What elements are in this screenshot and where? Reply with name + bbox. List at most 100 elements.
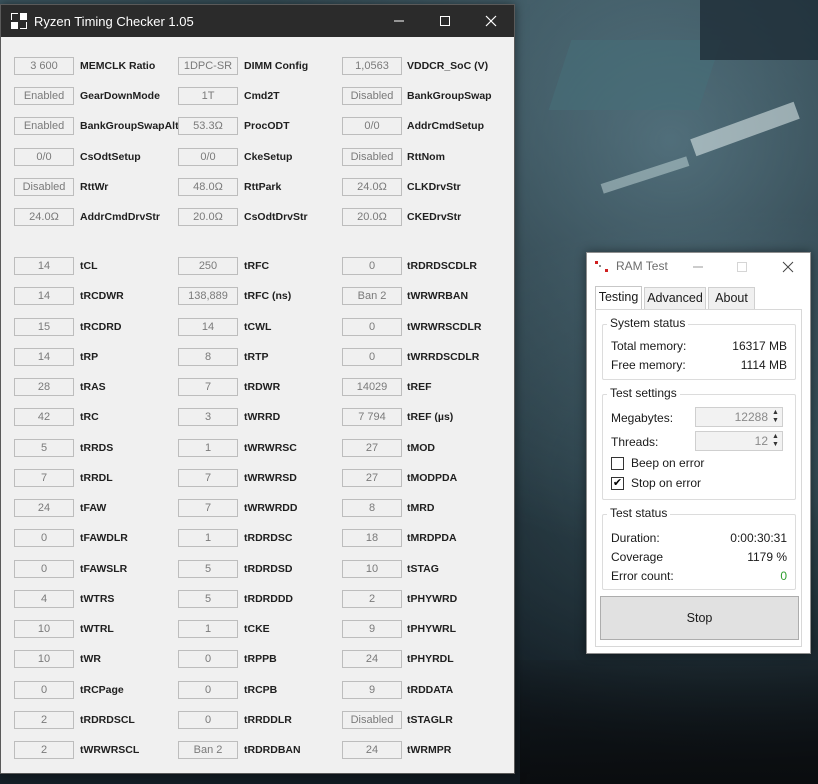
timing-value-field[interactable]: 8 [342, 499, 402, 517]
maximize-button[interactable] [727, 255, 757, 279]
timing-value-field[interactable]: 24.0Ω [342, 178, 402, 196]
stop-on-error-checkbox[interactable]: ✔ [611, 477, 624, 490]
beep-on-error-label[interactable]: Beep on error [631, 456, 704, 470]
timing-value-field[interactable]: 14 [178, 318, 238, 336]
wallpaper-shape [600, 156, 690, 194]
timing-value-field[interactable]: 10 [14, 620, 74, 638]
timing-value-field[interactable]: Ban 2 [178, 741, 238, 759]
timing-value-field[interactable]: 24 [14, 499, 74, 517]
timing-value-field[interactable]: 27 [342, 469, 402, 487]
timing-value-field[interactable]: 0 [14, 529, 74, 547]
timing-value-field[interactable]: 20.0Ω [342, 208, 402, 226]
minimize-button[interactable] [683, 255, 713, 279]
timing-value-field[interactable]: 24 [342, 650, 402, 668]
close-button[interactable] [468, 5, 514, 37]
close-button[interactable] [773, 255, 803, 279]
timing-value-field[interactable]: 14 [14, 287, 74, 305]
minimize-button[interactable] [376, 5, 422, 37]
timing-value-field[interactable]: 0 [178, 711, 238, 729]
timing-value-field[interactable]: 14 [14, 348, 74, 366]
timing-value-field[interactable]: Disabled [342, 87, 402, 105]
timing-value-field[interactable]: Enabled [14, 117, 74, 135]
timing-value-field[interactable]: 24 [342, 741, 402, 759]
timing-value-field[interactable]: 0/0 [14, 148, 74, 166]
title-bar[interactable]: Ryzen Timing Checker 1.05 [1, 5, 514, 37]
timing-value-field[interactable]: 14 [14, 257, 74, 275]
timing-value-field[interactable]: 14029 [342, 378, 402, 396]
timing-value-field[interactable]: 7 [178, 499, 238, 517]
timing-label: tWRWRSCDLR [407, 321, 482, 333]
timing-label: tSTAGLR [407, 714, 453, 726]
timing-value-field[interactable]: 1T [178, 87, 238, 105]
timing-value-field[interactable]: 1,0563 [342, 57, 402, 75]
timing-value-field[interactable]: Disabled [14, 178, 74, 196]
timing-value-field[interactable]: 18 [342, 529, 402, 547]
maximize-button[interactable] [422, 5, 468, 37]
timing-value-field[interactable]: 1 [178, 620, 238, 638]
tab-advanced[interactable]: Advanced [644, 287, 706, 309]
threads-stepper[interactable]: 12 ▲ ▼ [695, 431, 783, 451]
timing-value-field[interactable]: 2 [14, 741, 74, 759]
timing-value-field[interactable]: 7 [178, 469, 238, 487]
timing-value-field[interactable]: 2 [342, 590, 402, 608]
timing-value-field[interactable]: 28 [14, 378, 74, 396]
beep-on-error-checkbox[interactable] [611, 457, 624, 470]
tab-about[interactable]: About [708, 287, 755, 309]
close-icon [485, 15, 497, 27]
timing-value-field[interactable]: 24.0Ω [14, 208, 74, 226]
timing-value-field[interactable]: 5 [178, 560, 238, 578]
timing-value-field[interactable]: 4 [14, 590, 74, 608]
minimize-icon [394, 20, 404, 22]
timing-value-field[interactable]: 15 [14, 318, 74, 336]
spin-arrows-icon[interactable]: ▲ ▼ [771, 433, 780, 449]
timing-value-field[interactable]: 5 [14, 439, 74, 457]
timing-value-field[interactable]: 7 [14, 469, 74, 487]
tab-testing[interactable]: Testing [595, 286, 642, 309]
timing-value-field[interactable]: 53.3Ω [178, 117, 238, 135]
timing-value-field[interactable]: Disabled [342, 711, 402, 729]
timing-value-field[interactable]: 2 [14, 711, 74, 729]
timing-value-field[interactable]: 3 600 [14, 57, 74, 75]
timing-label: tWTRL [80, 623, 114, 635]
timing-label: tCL [80, 260, 98, 272]
timing-value-field[interactable]: 8 [178, 348, 238, 366]
timing-value-field[interactable]: 48.0Ω [178, 178, 238, 196]
timing-value-field[interactable]: 5 [178, 590, 238, 608]
spin-arrows-icon[interactable]: ▲ ▼ [771, 409, 780, 425]
stop-on-error-label[interactable]: Stop on error [631, 476, 701, 490]
timing-value-field[interactable]: 27 [342, 439, 402, 457]
timing-value-field[interactable]: 20.0Ω [178, 208, 238, 226]
timing-value-field[interactable]: 0 [342, 348, 402, 366]
timing-value-field[interactable]: 250 [178, 257, 238, 275]
timing-value-field[interactable]: 138,889 [178, 287, 238, 305]
threads-label: Threads: [611, 435, 659, 449]
megabytes-stepper[interactable]: 12288 ▲ ▼ [695, 407, 783, 427]
timing-value-field[interactable]: Ban 2 [342, 287, 402, 305]
timing-value-field[interactable]: 0 [178, 650, 238, 668]
timing-value-field[interactable]: 1DPC-SR [178, 57, 238, 75]
timing-value-field[interactable]: 7 [178, 378, 238, 396]
timing-value-field[interactable]: 9 [342, 620, 402, 638]
timing-value-field[interactable]: 3 [178, 408, 238, 426]
timing-value-field[interactable]: Disabled [342, 148, 402, 166]
stop-button[interactable]: Stop [600, 596, 799, 640]
timing-value-field[interactable]: 42 [14, 408, 74, 426]
timing-value-field[interactable]: 10 [342, 560, 402, 578]
timing-value-field[interactable]: 1 [178, 529, 238, 547]
timing-value-field[interactable]: 7 794 [342, 408, 402, 426]
timing-value-field[interactable]: 0 [342, 257, 402, 275]
timing-label: tCWL [244, 321, 272, 333]
timing-value-field[interactable]: 0/0 [342, 117, 402, 135]
title-bar[interactable]: RAM Test [587, 253, 810, 281]
timing-value-field[interactable]: 0 [14, 560, 74, 578]
timing-value-field[interactable]: 0 [14, 681, 74, 699]
timing-value-field[interactable]: 10 [14, 650, 74, 668]
timing-value-field[interactable]: 0/0 [178, 148, 238, 166]
timing-value-field[interactable]: 1 [178, 439, 238, 457]
timing-value-field[interactable]: 0 [342, 318, 402, 336]
timing-label: AddrCmdDrvStr [80, 211, 160, 223]
timing-value-field[interactable]: 0 [178, 681, 238, 699]
timing-value-field[interactable]: Enabled [14, 87, 74, 105]
timing-value-field[interactable]: 9 [342, 681, 402, 699]
timing-label: CsOdtDrvStr [244, 211, 308, 223]
